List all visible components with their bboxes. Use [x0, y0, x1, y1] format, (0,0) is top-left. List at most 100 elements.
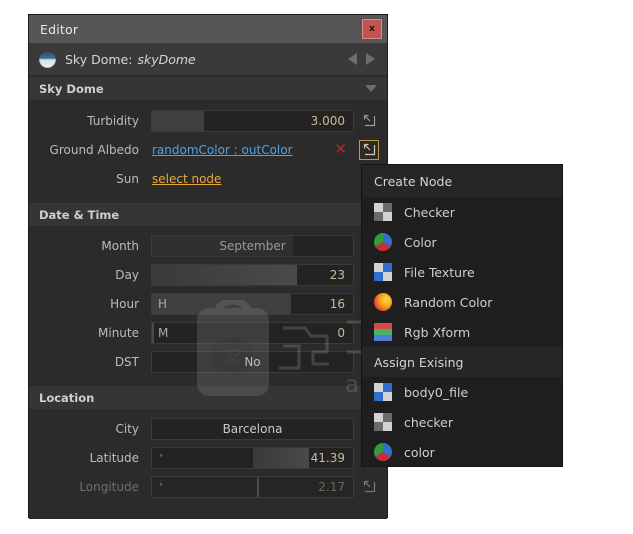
label-day: Day: [115, 267, 139, 282]
rgb-xform-icon: [374, 323, 392, 341]
file-texture-icon: [374, 383, 392, 401]
file-texture-icon: [374, 263, 392, 281]
ground-albedo-link[interactable]: randomColor : outColor: [152, 143, 293, 157]
longitude-slider[interactable]: ° 2.17: [151, 475, 354, 498]
menu-title-create-node: Create Node: [362, 165, 562, 197]
section-title-sky-dome: Sky Dome: [39, 81, 104, 96]
city-value: Barcelona: [222, 421, 283, 436]
section-header-date-time[interactable]: Date & Time: [29, 202, 387, 226]
row-hour: Hour H 16: [29, 289, 387, 318]
latitude-slider-fill: [252, 447, 309, 468]
latitude-value: 41.39: [310, 450, 345, 465]
ground-albedo-connect-icon[interactable]: [359, 139, 379, 160]
close-button[interactable]: x: [362, 19, 382, 39]
latitude-slider[interactable]: ° 41.39: [151, 446, 354, 469]
row-ground-albedo: Ground Albedo randomColor : outColor ✕: [29, 135, 387, 164]
row-latitude: Latitude ° 41.39: [29, 443, 387, 472]
menu-item-color-existing[interactable]: color: [362, 437, 562, 467]
turbidity-slider-fill: [152, 110, 205, 131]
hour-prefix: H: [158, 296, 168, 311]
city-dropdown[interactable]: Barcelona: [151, 417, 354, 440]
longitude-connect-icon[interactable]: [359, 477, 379, 497]
day-value: 23: [329, 267, 345, 282]
turbidity-slider[interactable]: 3.000: [151, 109, 354, 132]
menu-title-assign-existing: Assign Exising: [362, 347, 562, 377]
section-title-date-time: Date & Time: [39, 207, 120, 222]
label-longitude: Longitude: [79, 479, 139, 494]
minute-value: 0: [337, 325, 345, 340]
latitude-prefix: °: [159, 453, 163, 462]
section-header-location[interactable]: Location: [29, 385, 387, 409]
checker-icon: [374, 203, 392, 221]
sun-field: select node: [151, 167, 354, 190]
month-value: September: [219, 238, 286, 253]
longitude-value: 2.17: [318, 479, 345, 494]
hour-value: 16: [329, 296, 345, 311]
hour-slider-fill: [152, 293, 291, 314]
menu-item-label: checker: [404, 414, 453, 430]
label-ground-albedo: Ground Albedo: [49, 142, 139, 157]
label-minute: Minute: [98, 325, 139, 340]
label-hour: Hour: [110, 296, 139, 311]
color-pie-icon: [374, 443, 392, 461]
menu-item-body0-file[interactable]: body0_file: [362, 377, 562, 407]
day-slider-fill: [152, 264, 297, 285]
triangle-left-icon[interactable]: [348, 53, 357, 65]
dst-value: No: [244, 354, 261, 369]
color-pie-icon: [374, 233, 392, 251]
menu-item-label: File Texture: [404, 264, 475, 280]
menu-item-label: Color: [404, 234, 437, 250]
month-slider[interactable]: September: [151, 234, 354, 257]
turbidity-value: 3.000: [310, 113, 345, 128]
day-slider[interactable]: 23: [151, 263, 354, 286]
label-latitude: Latitude: [89, 450, 139, 465]
menu-item-random-color[interactable]: Random Color: [362, 287, 562, 317]
menu-item-rgb-xform[interactable]: Rgb Xform: [362, 317, 562, 347]
row-city: City Barcelona: [29, 414, 387, 443]
minute-slider[interactable]: M 0: [151, 321, 354, 344]
label-turbidity: Turbidity: [87, 113, 139, 128]
menu-item-file-texture[interactable]: File Texture: [362, 257, 562, 287]
menu-item-label: color: [404, 444, 435, 460]
chevron-down-icon[interactable]: [365, 85, 377, 92]
row-longitude: Longitude ° 2.17: [29, 472, 387, 501]
row-dst: DST No: [29, 347, 387, 376]
node-nav: [348, 53, 381, 65]
random-color-icon: [374, 293, 392, 311]
menu-item-label: body0_file: [404, 384, 469, 400]
label-city: City: [115, 421, 139, 436]
label-sun: Sun: [116, 171, 139, 186]
longitude-slider-mark: [256, 476, 259, 497]
sky-dome-icon: [39, 50, 56, 68]
longitude-prefix: °: [159, 482, 163, 491]
row-turbidity: Turbidity 3.000: [29, 106, 387, 135]
section-header-sky-dome[interactable]: Sky Dome: [29, 76, 387, 100]
menu-item-label: Random Color: [404, 294, 493, 310]
menu-item-color[interactable]: Color: [362, 227, 562, 257]
row-month: Month September: [29, 231, 387, 260]
row-day: Day 23: [29, 260, 387, 289]
ground-albedo-field: randomColor : outColor ✕: [151, 138, 354, 161]
ground-albedo-disconnect-icon[interactable]: ✕: [334, 142, 353, 157]
row-minute: Minute M 0: [29, 318, 387, 347]
panel-body: Sky Dome Turbidity 3.000 Ground Albedo r…: [29, 76, 387, 519]
checker-icon: [374, 413, 392, 431]
create-node-menu: Create Node Checker Color File Texture R…: [361, 164, 563, 467]
window-title: Editor: [40, 21, 79, 37]
node-header: Sky Dome: skyDome: [29, 43, 387, 76]
screen: Editor x Sky Dome: skyDome Sky Dome Turb…: [0, 0, 633, 534]
label-dst: DST: [114, 354, 139, 369]
label-month: Month: [101, 238, 139, 253]
triangle-right-icon[interactable]: [366, 53, 375, 65]
sun-select-node-link[interactable]: select node: [152, 172, 221, 186]
node-type-label: Sky Dome:: [65, 51, 133, 67]
turbidity-connect-icon[interactable]: [359, 111, 379, 131]
row-sun: Sun select node: [29, 164, 387, 193]
dst-dropdown[interactable]: No: [151, 350, 354, 373]
hour-slider[interactable]: H 16: [151, 292, 354, 315]
editor-window: Editor x Sky Dome: skyDome Sky Dome Turb…: [28, 14, 388, 519]
menu-item-checker-existing[interactable]: checker: [362, 407, 562, 437]
menu-item-checker[interactable]: Checker: [362, 197, 562, 227]
menu-item-label: Rgb Xform: [404, 324, 471, 340]
window-titlebar: Editor x: [29, 15, 387, 43]
